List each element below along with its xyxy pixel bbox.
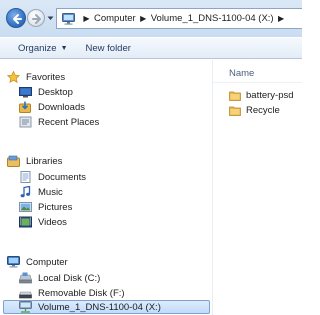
folder-icon	[229, 91, 241, 101]
arrow-right-icon	[32, 14, 41, 24]
forward-button[interactable]	[27, 9, 45, 27]
breadcrumb-volume[interactable]: Volume_1_DNS-1100-04 (X:)	[151, 13, 274, 24]
organize-label: Organize	[18, 42, 57, 54]
file-item-battery-psd[interactable]: battery-psd	[229, 88, 294, 102]
libraries-icon	[7, 155, 20, 167]
back-button[interactable]	[6, 8, 26, 28]
nav-item-label: Recent Places	[38, 116, 100, 128]
local-disk-icon	[19, 272, 32, 284]
downloads-icon	[19, 101, 31, 113]
nav-item-label: Music	[38, 186, 63, 198]
videos-icon	[19, 216, 32, 228]
nav-item-pictures[interactable]: Pictures	[19, 200, 72, 214]
file-item-recycle[interactable]: Recycle	[229, 103, 280, 117]
nav-item-label: Volume_1_DNS-1100-04 (X:)	[38, 301, 161, 313]
nav-item-videos[interactable]: Videos	[19, 215, 67, 229]
computer-icon	[62, 12, 75, 25]
file-list-pane: Name battery-psd Recycle	[213, 60, 302, 315]
nav-item-documents[interactable]: Documents	[19, 170, 86, 184]
recent-places-icon	[19, 116, 32, 128]
breadcrumb-separator[interactable]: ▶	[139, 14, 148, 23]
nav-computer-label: Computer	[26, 256, 68, 268]
nav-item-label: Local Disk (C:)	[38, 272, 101, 284]
nav-item-removable-disk-f[interactable]: Removable Disk (F:)	[19, 286, 125, 300]
desktop-icon	[19, 87, 32, 98]
computer-icon	[7, 256, 20, 268]
breadcrumb-computer[interactable]: Computer	[94, 13, 136, 24]
nav-item-label: Removable Disk (F:)	[38, 287, 125, 299]
network-drive-icon	[19, 301, 32, 313]
address-box[interactable]: ▶ Computer ▶ Volume_1_DNS-1100-04 (X:) ▶	[56, 8, 302, 29]
nav-item-recent-places[interactable]: Recent Places	[19, 115, 99, 129]
nav-item-label: Pictures	[38, 201, 73, 213]
star-icon	[7, 71, 20, 83]
new-folder-label: New folder	[85, 42, 131, 54]
command-bar: Organize ▼ New folder	[0, 37, 302, 59]
nav-libraries-label: Libraries	[26, 155, 63, 167]
folder-icon	[229, 106, 241, 116]
nav-item-label: Downloads	[38, 101, 85, 113]
address-bar-area: ▶ Computer ▶ Volume_1_DNS-1100-04 (X:) ▶	[0, 0, 302, 37]
column-header-divider	[213, 82, 302, 83]
nav-item-label: Documents	[38, 171, 87, 183]
documents-icon	[20, 171, 31, 183]
nav-item-label: Videos	[38, 216, 67, 228]
removable-disk-icon	[19, 291, 32, 299]
recent-pages-dropdown-icon[interactable]	[47, 14, 54, 22]
column-header-name[interactable]: Name	[229, 68, 254, 79]
breadcrumb-separator[interactable]: ▶	[277, 14, 286, 23]
nav-favorites-label: Favorites	[26, 71, 66, 83]
nav-item-desktop[interactable]: Desktop	[19, 85, 73, 99]
pictures-icon	[19, 202, 32, 212]
file-name: Recycle	[246, 104, 280, 116]
new-folder-button[interactable]: New folder	[86, 43, 131, 54]
nav-libraries[interactable]: Libraries	[7, 154, 62, 168]
file-name: battery-psd	[246, 89, 294, 101]
nav-item-volume-x[interactable]: Volume_1_DNS-1100-04 (X:)	[3, 300, 210, 314]
nav-favorites[interactable]: Favorites	[7, 70, 65, 84]
breadcrumb-separator[interactable]: ▶	[82, 14, 91, 23]
chevron-down-icon: ▼	[60, 44, 68, 52]
nav-computer[interactable]: Computer	[7, 255, 68, 269]
nav-item-downloads[interactable]: Downloads	[19, 100, 85, 114]
arrow-left-icon	[13, 14, 22, 24]
nav-item-local-disk-c[interactable]: Local Disk (C:)	[19, 271, 100, 285]
music-icon	[20, 186, 31, 198]
navigation-pane: Favorites Desktop Downloads Recent Place…	[0, 60, 212, 315]
organize-button[interactable]: Organize ▼	[18, 43, 68, 54]
nav-item-music[interactable]: Music	[19, 185, 63, 199]
nav-item-label: Desktop	[38, 86, 73, 98]
